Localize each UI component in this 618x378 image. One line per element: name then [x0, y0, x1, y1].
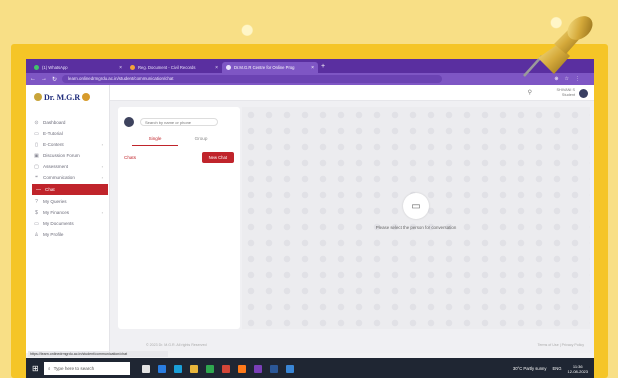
emblem-icon	[34, 93, 42, 101]
sidebar-item-label: Discussion Forum	[43, 153, 80, 158]
language-indicator[interactable]: ENG	[552, 366, 561, 371]
status-url: https://learn.onlinedrmgrdu.ac.in/studen…	[28, 351, 168, 357]
sidebar-item-label: E-Tutorial	[43, 131, 63, 136]
sidebar-item-my-documents[interactable]: ▭ My Documents	[26, 218, 109, 229]
sidebar-item-label: My Queries	[43, 199, 67, 204]
empty-state-message: Please select the person for conversatio…	[375, 225, 457, 230]
sidebar-item-label: Dashboard	[43, 120, 66, 125]
taskbar-app-icon[interactable]	[142, 364, 150, 373]
sidebar-item-my-profile[interactable]: ♙ My Profile	[26, 229, 109, 240]
url-field[interactable]: learn.onlinedrmgrdu.ac.in/student/commun…	[62, 75, 443, 83]
weather-status[interactable]: 30°C Partly sunny	[513, 366, 547, 371]
chevron-right-icon: ›	[101, 210, 103, 215]
browser-tab-active[interactable]: Dr.M.G.R Centre for Online Prog ×	[222, 62, 318, 73]
seal-icon	[82, 93, 91, 101]
sidebar-item-label: Communication	[43, 175, 75, 180]
sidebar-item-label: Assessment	[43, 164, 69, 169]
taskbar: ⊞ ⌕ Type here to search 30°C Partly sunn…	[26, 358, 594, 378]
chevron-right-icon: ›	[101, 164, 103, 169]
footer-links[interactable]: Terms of Use | Privacy Policy	[538, 343, 584, 347]
sidebar-item-my-finances[interactable]: $ My Finances ›	[26, 207, 109, 218]
search-icon: ⌕	[48, 366, 51, 371]
wallet-icon: $	[35, 209, 38, 216]
chat-icon: —	[36, 186, 41, 193]
chevron-right-icon: ›	[101, 142, 103, 147]
logo-text: Dr. M.G.R	[44, 92, 81, 102]
tab-group[interactable]: Group	[178, 136, 224, 146]
close-icon[interactable]: ×	[311, 65, 314, 71]
question-icon: ?	[35, 198, 38, 205]
tab-single[interactable]: Single	[132, 136, 178, 146]
taskbar-search[interactable]: ⌕ Type here to search	[44, 362, 130, 375]
sidebar-nav: ⊙ Dashboard ▭ E-Tutorial ▯ E-Content › ▣ Discuss…	[26, 117, 109, 240]
folder-icon: ▭	[34, 220, 39, 227]
avatar	[124, 117, 134, 127]
sidebar-item-communication[interactable]: ❝ Communication ›	[26, 172, 109, 183]
conversation-area: ▭ Please select the person for conversat…	[242, 107, 590, 329]
forum-icon: ▣	[34, 152, 39, 159]
sidebar-item-label: My Finances	[43, 210, 70, 215]
sidebar-item-e-tutorial[interactable]: ▭ E-Tutorial	[26, 128, 109, 139]
tab-label: Dr.M.G.R Centre for Online Prog	[234, 65, 295, 70]
taskbar-app-icon[interactable]	[222, 364, 230, 373]
site-icon	[130, 65, 135, 70]
taskbar-app-icon[interactable]	[158, 364, 166, 373]
clock-date: 12-08-2023	[567, 368, 588, 374]
dashboard-icon: ⊙	[34, 119, 39, 126]
book-icon: ▯	[35, 141, 38, 148]
sidebar-item-discussion-forum[interactable]: ▣ Discussion Forum	[26, 150, 109, 161]
close-icon[interactable]: ×	[119, 65, 122, 71]
taskbar-app-icon[interactable]	[270, 364, 278, 373]
clipboard-icon: ▢	[34, 163, 39, 170]
forward-icon[interactable]: →	[41, 76, 47, 82]
sidebar-item-label: My Documents	[43, 221, 74, 226]
search-input[interactable]	[140, 118, 218, 126]
sidebar-item-my-queries[interactable]: ? My Queries	[26, 196, 109, 207]
windows-start-icon[interactable]: ⊞	[32, 364, 44, 373]
app: Dr. M.G.R ⊙ Dashboard ▭ E-Tutorial ▯ E-Conten…	[26, 85, 594, 353]
footer-copyright: © 2023 Dr. M.G.R. All rights Reserved	[146, 343, 207, 347]
sidebar-item-label: Chat	[45, 187, 55, 192]
sidebar-item-assessment[interactable]: ▢ Assessment ›	[26, 161, 109, 172]
taskbar-apps	[142, 364, 294, 373]
browser-tab[interactable]: (1) WhatsApp ×	[30, 62, 126, 73]
chat-list-panel: Single Group Chats New Chat	[118, 107, 240, 329]
browser-tab[interactable]: Reg. Document - Civil Records ×	[126, 62, 222, 73]
sidebar-item-label: My Profile	[43, 232, 64, 237]
user-icon: ♙	[34, 231, 39, 238]
chevron-right-icon: ›	[101, 175, 103, 180]
monitor-icon: ▭	[34, 130, 39, 137]
whatsapp-icon	[34, 65, 39, 70]
tab-label: Reg. Document - Civil Records	[138, 65, 196, 70]
taskbar-app-icon[interactable]	[286, 364, 294, 373]
clock[interactable]: 11:36 12-08-2023	[568, 364, 588, 374]
site-icon	[226, 65, 231, 70]
pushpin-icon	[523, 16, 593, 77]
taskbar-app-icon[interactable]	[206, 364, 214, 373]
new-tab-button[interactable]: +	[321, 63, 325, 70]
screen: (1) WhatsApp × Reg. Document - Civil Rec…	[26, 59, 594, 378]
system-tray: 30°C Partly sunny ENG 11:36 12-08-2023	[513, 364, 594, 374]
sidebar-item-dashboard[interactable]: ⊙ Dashboard	[26, 117, 109, 128]
new-chat-button[interactable]: New Chat	[201, 152, 234, 163]
back-icon[interactable]: ←	[30, 76, 36, 82]
sidebar-item-chat[interactable]: — Chat	[32, 184, 108, 195]
sidebar-item-label: E-Content	[43, 142, 64, 147]
logo: Dr. M.G.R	[26, 85, 109, 109]
taskbar-search-placeholder: Type here to search	[53, 366, 95, 371]
taskbar-app-icon[interactable]	[190, 364, 198, 373]
reload-icon[interactable]: ↻	[52, 76, 57, 83]
taskbar-app-icon[interactable]	[174, 364, 182, 373]
taskbar-app-icon[interactable]	[254, 364, 262, 373]
chats-heading: Chats	[124, 155, 137, 160]
sidebar: Dr. M.G.R ⊙ Dashboard ▭ E-Tutorial ▯ E-Conten…	[26, 85, 110, 353]
tab-label: (1) WhatsApp	[42, 65, 68, 70]
close-icon[interactable]: ×	[215, 65, 218, 71]
taskbar-app-icon[interactable]	[238, 364, 246, 373]
chat-bubble-icon: ▭	[403, 193, 429, 219]
sidebar-item-e-content[interactable]: ▯ E-Content ›	[26, 139, 109, 150]
chat-bubbles-icon: ❝	[35, 174, 38, 181]
